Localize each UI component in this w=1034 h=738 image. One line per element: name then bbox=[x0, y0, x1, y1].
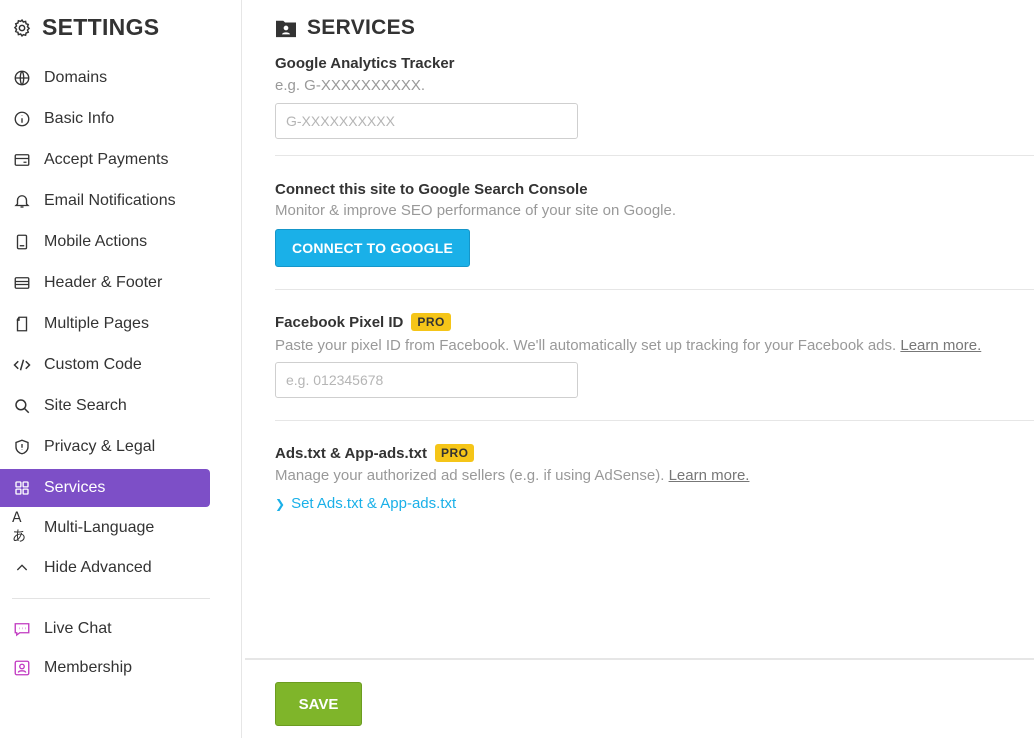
ads-txt-desc-text: Manage your authorized ad sellers (e.g. … bbox=[275, 467, 665, 484]
sidebar-item-label: Header & Footer bbox=[44, 274, 163, 291]
search-console-desc: Monitor & improve SEO performance of you… bbox=[275, 202, 677, 219]
save-button[interactable]: SAVE bbox=[275, 682, 362, 726]
translate-icon: Aあ bbox=[12, 510, 26, 545]
services-panel: SERVICES Google Analytics Tracker e.g. G… bbox=[275, 0, 1034, 738]
sidebar-item-label: Multiple Pages bbox=[44, 315, 149, 332]
sidebar-item-services[interactable]: Services bbox=[0, 469, 210, 507]
chevron-up-icon bbox=[12, 558, 32, 578]
sidebar-item-label: Mobile Actions bbox=[44, 233, 148, 250]
facebook-pixel-desc-text: Paste your pixel ID from Facebook. We'll… bbox=[275, 337, 897, 354]
sidebar-item-multiple-pages[interactable]: Multiple Pages bbox=[0, 305, 210, 343]
sidebar-item-site-search[interactable]: Site Search bbox=[0, 387, 210, 425]
sidebar-item-privacy-legal[interactable]: Privacy & Legal bbox=[0, 428, 210, 466]
pro-badge: PRO bbox=[411, 313, 451, 331]
sidebar-item-mobile-actions[interactable]: Mobile Actions bbox=[0, 223, 210, 261]
facebook-pixel-learn-more-link[interactable]: Learn more. bbox=[900, 337, 981, 354]
bell-icon bbox=[12, 191, 32, 211]
gear-icon bbox=[12, 18, 32, 38]
sidebar-item-label: Membership bbox=[44, 659, 133, 676]
sidebar-item-label: Accept Payments bbox=[44, 151, 169, 168]
shield-icon bbox=[12, 437, 32, 457]
mobile-icon bbox=[12, 232, 32, 252]
sidebar-item-live-chat[interactable]: Live Chat bbox=[0, 610, 210, 648]
sidebar-item-label: Domains bbox=[44, 69, 108, 86]
sidebar-item-custom-code[interactable]: Custom Code bbox=[0, 346, 210, 384]
connect-to-google-button[interactable]: CONNECT TO GOOGLE bbox=[275, 229, 470, 267]
facebook-pixel-input[interactable] bbox=[275, 362, 578, 398]
sidebar-title-text: SETTINGS bbox=[42, 14, 160, 40]
payment-card-icon bbox=[12, 150, 32, 170]
sidebar-item-label: Email Notifications bbox=[44, 192, 176, 209]
ga-tracker-input[interactable] bbox=[275, 103, 578, 139]
chat-icon bbox=[12, 619, 32, 639]
sidebar-item-membership[interactable]: Membership bbox=[0, 649, 210, 687]
ga-title: Google Analytics Tracker bbox=[275, 55, 455, 72]
sidebar-item-hide-advanced[interactable]: Hide Advanced bbox=[0, 549, 210, 587]
set-ads-txt-link[interactable]: ❯ Set Ads.txt & App-ads.txt bbox=[275, 495, 456, 512]
ga-desc: e.g. G-XXXXXXXXXX. bbox=[275, 77, 426, 94]
sidebar-title: SETTINGS bbox=[12, 14, 159, 41]
sidebar-item-email-notifications[interactable]: Email Notifications bbox=[0, 182, 210, 220]
sidebar-divider bbox=[12, 598, 210, 599]
section-divider bbox=[275, 420, 1034, 421]
ads-txt-title-text: Ads.txt & App-ads.txt bbox=[275, 444, 427, 462]
facebook-pixel-desc: Paste your pixel ID from Facebook. We'll… bbox=[275, 337, 981, 354]
sidebar-item-label: Privacy & Legal bbox=[44, 438, 156, 455]
search-console-title: Connect this site to Google Search Conso… bbox=[275, 181, 588, 198]
ads-txt-learn-more-link[interactable]: Learn more. bbox=[669, 467, 750, 484]
sidebar-item-domains[interactable]: Domains bbox=[0, 59, 210, 97]
chevron-right-icon: ❯ bbox=[275, 496, 286, 511]
layout-icon bbox=[12, 273, 32, 293]
page-title-text: SERVICES bbox=[307, 16, 416, 39]
info-icon bbox=[12, 109, 32, 129]
sidebar-item-label: Site Search bbox=[44, 397, 127, 414]
sidebar-item-label: Basic Info bbox=[44, 110, 115, 127]
sidebar-item-accept-payments[interactable]: Accept Payments bbox=[0, 141, 210, 179]
code-icon bbox=[12, 355, 32, 375]
sidebar-item-basic-info[interactable]: Basic Info bbox=[0, 100, 210, 138]
globe-icon bbox=[12, 68, 32, 88]
ads-txt-title: Ads.txt & App-ads.txt PRO bbox=[275, 444, 475, 462]
ads-txt-desc: Manage your authorized ad sellers (e.g. … bbox=[275, 467, 749, 484]
section-divider bbox=[275, 155, 1034, 156]
sidebar-item-label: Services bbox=[44, 479, 106, 496]
folder-user-icon bbox=[275, 18, 297, 38]
pages-icon bbox=[12, 314, 32, 334]
facebook-pixel-title: Facebook Pixel ID PRO bbox=[275, 313, 451, 331]
sidebar-item-multi-language[interactable]: Aあ Multi-Language bbox=[0, 509, 210, 547]
sidebar-item-label: Hide Advanced bbox=[44, 559, 152, 576]
sidebar-item-header-footer[interactable]: Header & Footer bbox=[0, 264, 210, 302]
section-divider bbox=[275, 289, 1034, 290]
search-icon bbox=[12, 396, 32, 416]
page-title: SERVICES bbox=[275, 16, 415, 40]
settings-sidebar: SETTINGS Domains Basic Info Accept Payme… bbox=[0, 0, 242, 738]
sidebar-item-label: Multi-Language bbox=[44, 519, 155, 536]
sidebar-item-label: Custom Code bbox=[44, 356, 142, 373]
pro-badge: PRO bbox=[434, 444, 475, 462]
grid-icon bbox=[12, 478, 32, 498]
sidebar-item-label: Live Chat bbox=[44, 620, 112, 637]
facebook-pixel-title-text: Facebook Pixel ID bbox=[275, 313, 404, 331]
footer-divider bbox=[245, 658, 1034, 660]
set-ads-txt-link-text: Set Ads.txt & App-ads.txt bbox=[291, 495, 457, 512]
member-icon bbox=[12, 658, 32, 678]
